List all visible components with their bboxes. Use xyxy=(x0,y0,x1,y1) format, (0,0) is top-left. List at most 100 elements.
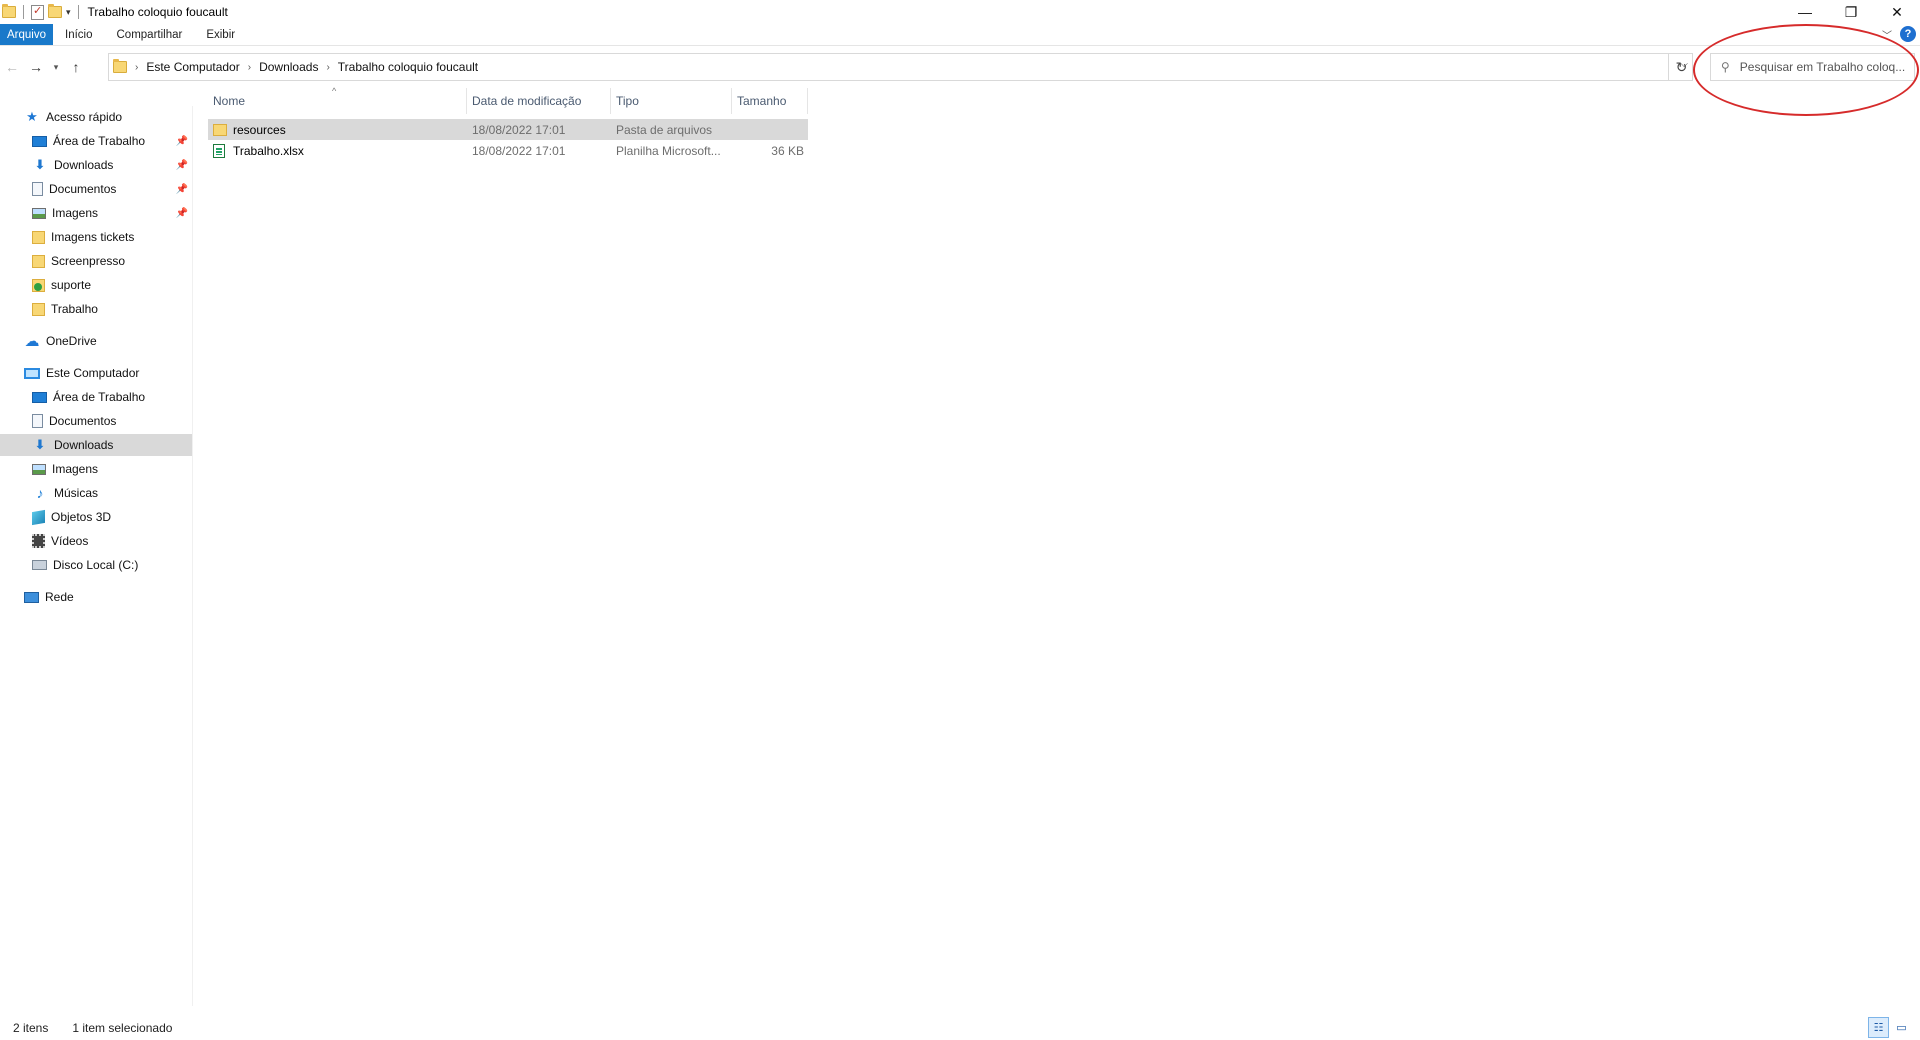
file-modified: 18/08/2022 17:01 xyxy=(472,143,566,158)
forward-button[interactable]: → xyxy=(24,53,48,81)
nav-label: Documentos xyxy=(49,182,117,196)
chevron-right-icon[interactable]: › xyxy=(322,62,333,73)
nav-este-computador[interactable]: Este Computador xyxy=(0,362,192,384)
cloud-icon: ☁ xyxy=(24,333,40,350)
chevron-right-icon[interactable]: › xyxy=(244,62,255,73)
tab-inicio[interactable]: Início xyxy=(53,24,105,45)
nav-label: Trabalho xyxy=(51,302,98,316)
nav-quick-access[interactable]: ★ Acesso rápido xyxy=(0,106,192,128)
nav-item-disco-local[interactable]: Disco Local (C:) xyxy=(0,554,192,576)
file-name-cell[interactable]: resources xyxy=(208,119,467,140)
pin-icon[interactable]: 📌 xyxy=(176,136,188,147)
downloads-icon: ⬇ xyxy=(34,437,46,452)
nav-item-musicas[interactable]: ♪ Músicas xyxy=(0,482,192,504)
nav-item-imagens-quick[interactable]: Imagens 📌 xyxy=(0,202,192,224)
documents-icon xyxy=(32,414,43,428)
search-input[interactable] xyxy=(1739,60,1905,74)
desktop-icon xyxy=(32,391,47,403)
tab-compartilhar[interactable]: Compartilhar xyxy=(105,24,195,45)
nav-label: Vídeos xyxy=(51,534,89,548)
nav-item-screenpresso[interactable]: Screenpresso xyxy=(0,250,192,272)
nav-item-imagens-tickets[interactable]: Imagens tickets xyxy=(0,226,192,248)
nav-item-suporte[interactable]: suporte xyxy=(0,274,192,296)
title-bar: ▾ Trabalho coloquio foucault — ❐ ✕ xyxy=(0,0,1920,24)
nav-label: OneDrive xyxy=(46,334,97,348)
quick-access-toolbar: ▾ xyxy=(0,0,82,24)
nav-label: Imagens tickets xyxy=(51,230,135,244)
videos-icon xyxy=(32,534,45,548)
window-title: Trabalho coloquio foucault xyxy=(87,5,228,19)
sync-folder-icon xyxy=(32,278,45,292)
navigation-bar: ← → ▾ ↑ › Este Computador › Downloads › … xyxy=(0,52,1920,82)
column-label: Nome xyxy=(213,94,246,108)
nav-item-objetos-3d[interactable]: Objetos 3D xyxy=(0,506,192,528)
new-folder-icon[interactable] xyxy=(48,4,62,18)
help-icon[interactable]: ? xyxy=(1900,26,1916,42)
file-size: 36 KB xyxy=(771,143,804,158)
desktop-icon xyxy=(32,135,47,147)
restore-button[interactable]: ❐ xyxy=(1828,0,1874,24)
nav-item-downloads-pc[interactable]: ⬇ Downloads xyxy=(0,434,192,456)
pictures-icon xyxy=(32,463,46,475)
breadcrumb-este-computador[interactable]: Este Computador xyxy=(142,60,243,74)
expand-ribbon-icon[interactable]: ﹀ xyxy=(1882,27,1892,42)
toolbar-separator xyxy=(23,5,24,19)
nav-item-trabalho[interactable]: Trabalho xyxy=(0,298,192,320)
file-row-resources[interactable]: resources 18/08/2022 17:01 Pasta de arqu… xyxy=(208,119,808,140)
pin-icon[interactable]: 📌 xyxy=(176,184,188,195)
folder-icon[interactable] xyxy=(2,4,16,18)
file-name-cell[interactable]: Trabalho.xlsx xyxy=(208,140,467,161)
recent-locations-icon[interactable]: ▾ xyxy=(48,53,64,81)
properties-icon[interactable] xyxy=(31,4,44,20)
column-header-data[interactable]: Data de modificação xyxy=(467,88,611,114)
nav-item-documentos-quick[interactable]: Documentos 📌 xyxy=(0,178,192,200)
nav-rede[interactable]: Rede xyxy=(0,586,192,608)
refresh-button[interactable]: ↻ xyxy=(1668,53,1694,81)
nav-label: Documentos xyxy=(49,414,117,428)
column-header-tipo[interactable]: Tipo xyxy=(611,88,732,114)
details-view-icon[interactable]: ☷ xyxy=(1868,1017,1889,1038)
nav-label: Área de Trabalho xyxy=(53,390,146,404)
excel-file-icon xyxy=(213,143,225,158)
search-box[interactable]: ⚲ xyxy=(1710,53,1915,81)
nav-onedrive[interactable]: ☁ OneDrive xyxy=(0,330,192,352)
file-name: Trabalho.xlsx xyxy=(233,143,304,158)
customize-toolbar-icon[interactable]: ▾ xyxy=(66,7,71,18)
ribbon-right-controls: ﹀ ? xyxy=(1882,26,1916,42)
nav-item-documentos-pc[interactable]: Documentos xyxy=(0,410,192,432)
address-bar[interactable]: › Este Computador › Downloads › Trabalho… xyxy=(108,53,1693,81)
navigation-pane: ★ Acesso rápido Área de Trabalho 📌 ⬇ Dow… xyxy=(0,106,193,1006)
window-controls: — ❐ ✕ xyxy=(1782,0,1920,24)
pictures-icon xyxy=(32,207,46,219)
column-header-tamanho[interactable]: Tamanho xyxy=(732,88,808,114)
nav-item-videos[interactable]: Vídeos xyxy=(0,530,192,552)
pin-icon[interactable]: 📌 xyxy=(176,160,188,171)
file-type: Pasta de arquivos xyxy=(616,122,713,137)
up-button[interactable]: ↑ xyxy=(64,53,88,81)
network-icon xyxy=(24,591,39,603)
pin-icon[interactable]: 📌 xyxy=(176,208,188,219)
back-button[interactable]: ← xyxy=(0,53,24,81)
nav-item-downloads-quick[interactable]: ⬇ Downloads 📌 xyxy=(0,154,192,176)
nav-item-imagens-pc[interactable]: Imagens xyxy=(0,458,192,480)
nav-label: Downloads xyxy=(54,158,114,172)
nav-item-area-de-trabalho[interactable]: Área de Trabalho 📌 xyxy=(0,130,192,152)
large-icons-view-icon[interactable]: ▭ xyxy=(1891,1017,1912,1038)
folder-icon xyxy=(32,254,45,268)
close-button[interactable]: ✕ xyxy=(1874,0,1920,24)
selection-count: 1 item selecionado xyxy=(72,1021,173,1035)
downloads-icon: ⬇ xyxy=(34,157,46,172)
file-row-trabalho-xlsx[interactable]: Trabalho.xlsx 18/08/2022 17:01 Planilha … xyxy=(208,140,808,161)
tab-arquivo[interactable]: Arquivo xyxy=(0,24,53,45)
pane-divider[interactable] xyxy=(192,106,193,1006)
3d-objects-icon xyxy=(32,509,45,525)
minimize-button[interactable]: — xyxy=(1782,0,1828,24)
breadcrumb-current-folder[interactable]: Trabalho coloquio foucault xyxy=(334,60,482,74)
nav-item-area-de-trabalho-pc[interactable]: Área de Trabalho xyxy=(0,386,192,408)
status-bar: 2 itens 1 item selecionado ☷ ▭ xyxy=(0,1016,1920,1040)
tab-exibir[interactable]: Exibir xyxy=(194,24,247,45)
breadcrumb-downloads[interactable]: Downloads xyxy=(255,60,322,74)
column-header-nome[interactable]: Nome ^ xyxy=(208,86,467,114)
nav-label: Este Computador xyxy=(46,366,140,380)
chevron-right-icon[interactable]: › xyxy=(131,62,142,73)
